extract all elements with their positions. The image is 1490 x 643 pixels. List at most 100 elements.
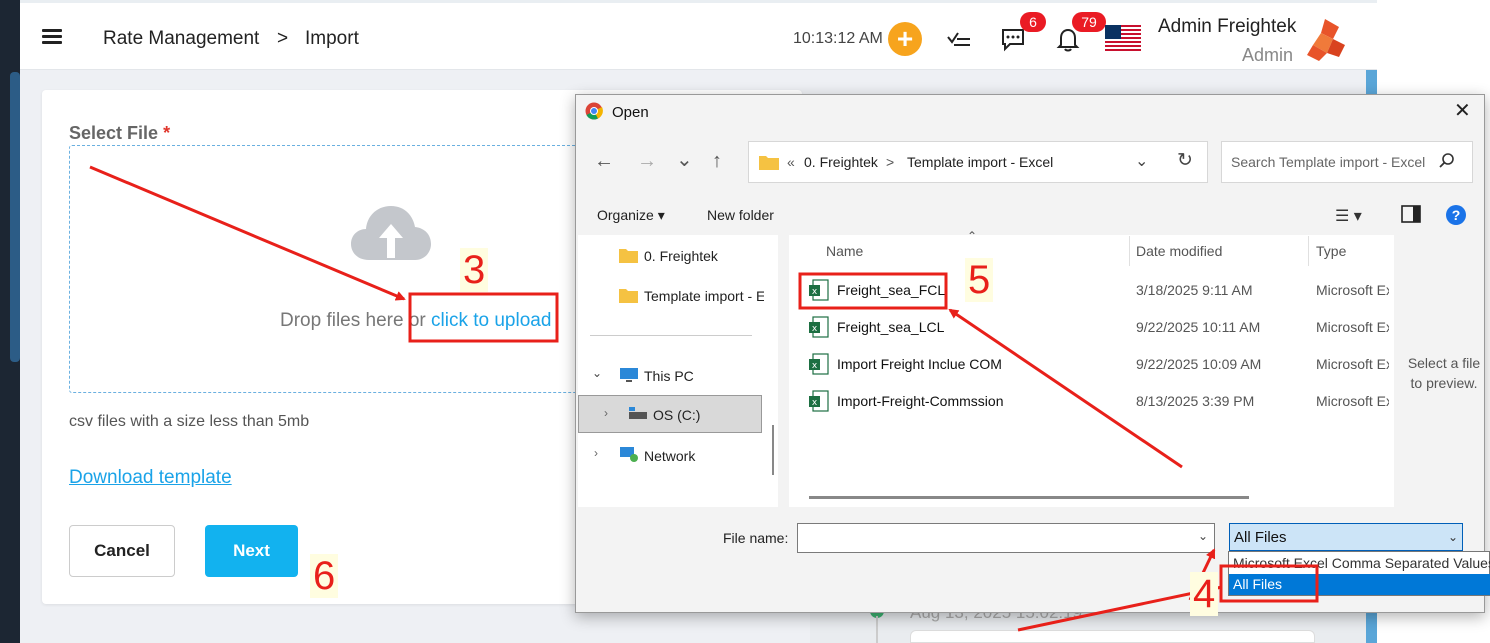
chrome-icon	[585, 102, 603, 120]
up-folder-icon[interactable]: ↑	[712, 150, 722, 173]
view-options-icon[interactable]: ☰ ▾	[1335, 206, 1362, 226]
close-icon[interactable]: ✕	[1454, 101, 1471, 121]
step-5-label: 5	[965, 258, 994, 302]
required-mark: *	[163, 123, 171, 143]
download-template-link[interactable]: Download template	[69, 467, 232, 489]
user-role: Admin	[1242, 45, 1294, 65]
file-name-input[interactable]	[797, 523, 1215, 553]
add-button[interactable]: +	[888, 22, 922, 56]
excel-file-icon: x	[809, 316, 829, 338]
column-divider[interactable]	[1308, 236, 1309, 266]
drop-instructions: Drop files here or click to upload	[280, 310, 552, 331]
file-type-select[interactable]: All Files ⌄	[1229, 523, 1463, 551]
column-date-modified[interactable]: Date modified	[1136, 243, 1222, 259]
timeline-entry	[910, 630, 1315, 643]
column-divider[interactable]	[1129, 236, 1130, 266]
folder-icon	[619, 249, 638, 263]
horizontal-scrollbar[interactable]	[809, 496, 1249, 499]
nav-divider	[590, 335, 752, 336]
address-dropdown-icon[interactable]: ⌄	[1135, 151, 1148, 171]
step-4-label: 4	[1190, 572, 1219, 616]
cancel-button[interactable]: Cancel	[69, 525, 175, 577]
company-logo	[1307, 19, 1345, 61]
svg-text:x: x	[812, 287, 818, 297]
search-input[interactable]: Search Template import - Excel	[1231, 154, 1431, 170]
step-3-label: 3	[460, 248, 489, 292]
file-name: Freight_sea_LCL	[837, 319, 945, 335]
us-flag-icon[interactable]	[1105, 25, 1141, 51]
nav-scrollbar[interactable]	[772, 425, 774, 475]
expand-this-pc-icon[interactable]: ⌄	[592, 366, 602, 380]
file-type: Microsoft Excel	[1316, 282, 1389, 298]
menu-icon[interactable]	[42, 29, 62, 45]
file-row[interactable]: x Import Freight Inclue COM 9/22/2025 10…	[809, 350, 1389, 380]
file-date: 9/22/2025 10:09 AM	[1136, 356, 1262, 372]
file-type-dropdown: Microsoft Excel Comma Separated Values A…	[1228, 551, 1490, 596]
file-name: Freight_sea_FCL	[837, 282, 946, 298]
file-type: Microsoft Excel	[1316, 393, 1389, 409]
excel-file-icon: x	[809, 279, 829, 301]
breadcrumb-separator: >	[277, 28, 289, 49]
column-type[interactable]: Type	[1316, 243, 1346, 259]
help-icon[interactable]: ?	[1446, 205, 1466, 225]
file-type: Microsoft Excel	[1316, 319, 1389, 335]
breadcrumb-rate-management[interactable]: Rate Management	[103, 28, 259, 50]
nav-item-network[interactable]: Network	[644, 448, 695, 464]
preview-message: Select a file to preview.	[1407, 355, 1481, 391]
organize-menu[interactable]: Organize ▾	[597, 207, 665, 224]
file-dropzone[interactable]	[69, 145, 589, 393]
search-icon	[1439, 153, 1454, 168]
new-folder-button[interactable]: New folder	[707, 207, 774, 223]
expand-network-icon[interactable]: ›	[594, 446, 598, 460]
file-row[interactable]: x Import-Freight-Commssion 8/13/2025 3:3…	[809, 387, 1389, 417]
sidebar-scroll[interactable]	[10, 72, 20, 362]
address-separator: >	[886, 154, 895, 170]
column-name[interactable]: Name	[826, 243, 863, 259]
monitor-icon	[620, 368, 638, 382]
nav-item-template-import[interactable]: Template import - Excel	[644, 288, 764, 304]
file-date: 8/13/2025 3:39 PM	[1136, 393, 1255, 409]
svg-text:x: x	[812, 324, 818, 334]
select-file-label: Select File *	[69, 123, 171, 143]
user-name[interactable]: Admin Freightek	[1158, 16, 1296, 38]
address-segment-freightek[interactable]: 0. Freightek	[804, 154, 878, 170]
file-type-option-all-files[interactable]: All Files	[1229, 574, 1490, 595]
file-type: Microsoft Excel	[1316, 356, 1389, 372]
tasks-icon[interactable]	[945, 25, 973, 53]
nav-item-os-c[interactable]: OS (C:)	[653, 407, 700, 423]
breadcrumb-import: Import	[305, 28, 359, 49]
file-row[interactable]: x Freight_sea_FCL 3/18/2025 9:11 AM Micr…	[809, 276, 1389, 306]
file-name-label: File name:	[723, 530, 789, 546]
folder-icon	[759, 156, 779, 170]
file-name: Import Freight Inclue COM	[837, 356, 1002, 372]
nav-item-freightek[interactable]: 0. Freightek	[644, 248, 718, 264]
address-bar[interactable]: « 0. Freightek > Template import - Excel…	[748, 141, 1208, 183]
file-type-selected: All Files	[1234, 529, 1287, 546]
sidebar-strip	[0, 0, 20, 643]
click-to-upload-link[interactable]: click to upload	[431, 310, 551, 331]
file-type-option-csv[interactable]: Microsoft Excel Comma Separated Values	[1229, 553, 1490, 574]
dialog-titlebar[interactable]: Open ✕	[576, 95, 1484, 129]
search-box[interactable]: Search Template import - Excel	[1221, 141, 1473, 183]
cloud-upload-icon	[351, 206, 431, 260]
expand-drive-icon[interactable]: ›	[604, 406, 608, 420]
step-6-label: 6	[310, 554, 339, 598]
preview-pane-icon[interactable]	[1401, 205, 1421, 223]
messages-badge: 6	[1020, 12, 1046, 32]
top-header: Rate Management > Import 10:13:12 AM + 6…	[20, 3, 1377, 70]
file-date: 9/22/2025 10:11 AM	[1136, 319, 1261, 335]
file-row[interactable]: x Freight_sea_LCL 9/22/2025 10:11 AM Mic…	[809, 313, 1389, 343]
svg-text:x: x	[812, 398, 818, 408]
back-icon[interactable]: ←	[594, 150, 614, 173]
dialog-title: Open	[612, 104, 649, 121]
sort-ascending-icon: ⌃	[967, 229, 978, 243]
file-name-dropdown-icon[interactable]: ⌄	[1198, 529, 1208, 543]
nav-item-this-pc[interactable]: This PC	[644, 368, 694, 384]
address-overflow[interactable]: «	[787, 154, 795, 170]
notifications-badge: 79	[1072, 12, 1106, 32]
next-button[interactable]: Next	[205, 525, 298, 577]
address-segment-template[interactable]: Template import - Excel	[907, 154, 1053, 170]
forward-icon[interactable]: →	[637, 150, 657, 173]
refresh-icon[interactable]: ↻	[1177, 149, 1193, 172]
recent-locations-icon[interactable]: ⌄	[676, 147, 693, 172]
